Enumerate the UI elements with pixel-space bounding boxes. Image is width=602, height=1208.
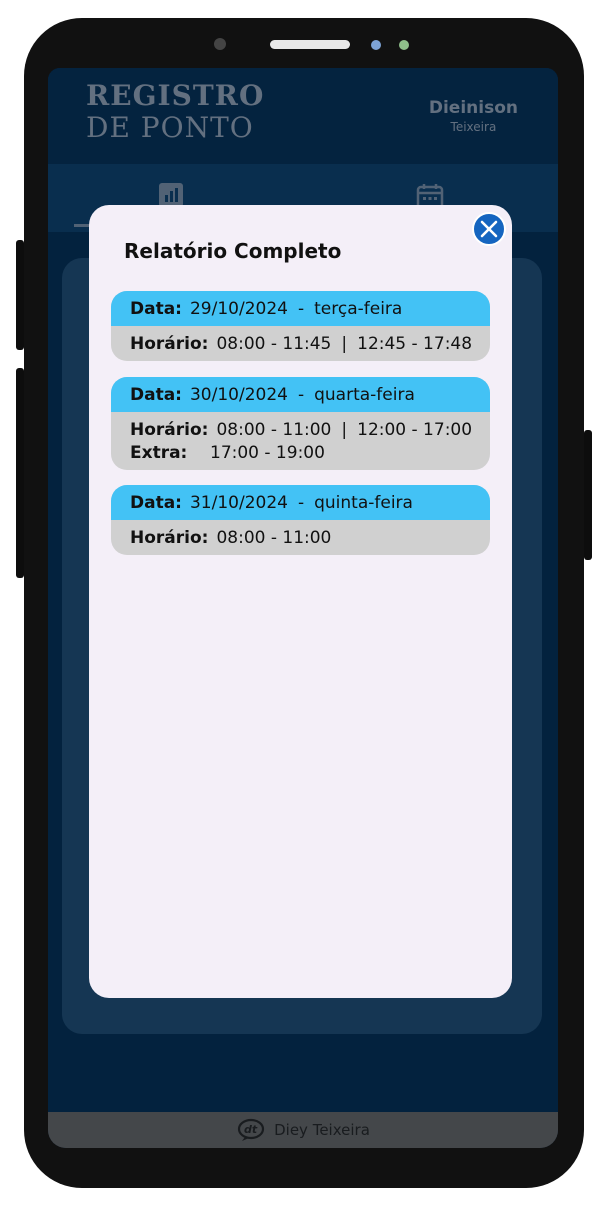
record-card: Data: 29/10/2024 - terça-feira Horário: … — [111, 291, 490, 361]
hours-morning: 08:00 - 11:00 — [216, 419, 332, 440]
date-label: Data: — [130, 298, 182, 319]
close-icon — [480, 220, 498, 238]
sensor-blue-icon — [371, 40, 381, 50]
record-date-strip: Data: 29/10/2024 - terça-feira — [111, 291, 490, 326]
report-modal: Relatório Completo Data: 29/10/2024 - te… — [89, 205, 512, 998]
date-label: Data: — [130, 492, 182, 513]
extra-label: Extra: — [130, 442, 188, 463]
record-date-strip: Data: 31/10/2024 - quinta-feira — [111, 485, 490, 520]
record-body: Horário: 08:00 - 11:00 | 12:00 - 17:00 E… — [111, 412, 490, 470]
volume-down-button — [16, 368, 24, 578]
modal-title: Relatório Completo — [124, 239, 342, 263]
record-body: Horário: 08:00 - 11:45 | 12:45 - 17:48 — [111, 326, 490, 361]
power-button — [584, 430, 592, 560]
phone-speaker — [270, 40, 350, 49]
hours-afternoon: 12:45 - 17:48 — [357, 333, 473, 354]
date-separator: - — [297, 492, 305, 513]
record-weekday: terça-feira — [314, 298, 403, 319]
hours-divider: | — [341, 419, 348, 440]
hours-afternoon: 12:00 - 17:00 — [357, 419, 473, 440]
hours-morning: 08:00 - 11:00 — [216, 527, 332, 548]
date-separator: - — [297, 298, 305, 319]
record-weekday: quinta-feira — [314, 492, 413, 513]
close-button[interactable] — [472, 212, 506, 246]
sensor-green-icon — [399, 40, 409, 50]
hours-label: Horário: — [130, 419, 209, 440]
record-body: Horário: 08:00 - 11:00 — [111, 520, 490, 555]
record-weekday: quarta-feira — [314, 384, 415, 405]
record-card: Data: 31/10/2024 - quinta-feira Horário:… — [111, 485, 490, 555]
hours-label: Horário: — [130, 333, 209, 354]
hours-morning: 08:00 - 11:45 — [216, 333, 332, 354]
record-date-strip: Data: 30/10/2024 - quarta-feira — [111, 377, 490, 412]
record-card: Data: 30/10/2024 - quarta-feira Horário:… — [111, 377, 490, 470]
front-camera-icon — [214, 38, 226, 50]
record-date: 31/10/2024 — [189, 492, 288, 513]
date-separator: - — [297, 384, 305, 405]
extra-hours: 17:00 - 19:00 — [210, 442, 325, 463]
hours-label: Horário: — [130, 527, 209, 548]
record-date: 29/10/2024 — [189, 298, 288, 319]
volume-up-button — [16, 240, 24, 350]
record-date: 30/10/2024 — [189, 384, 288, 405]
date-label: Data: — [130, 384, 182, 405]
hours-divider: | — [341, 333, 348, 354]
